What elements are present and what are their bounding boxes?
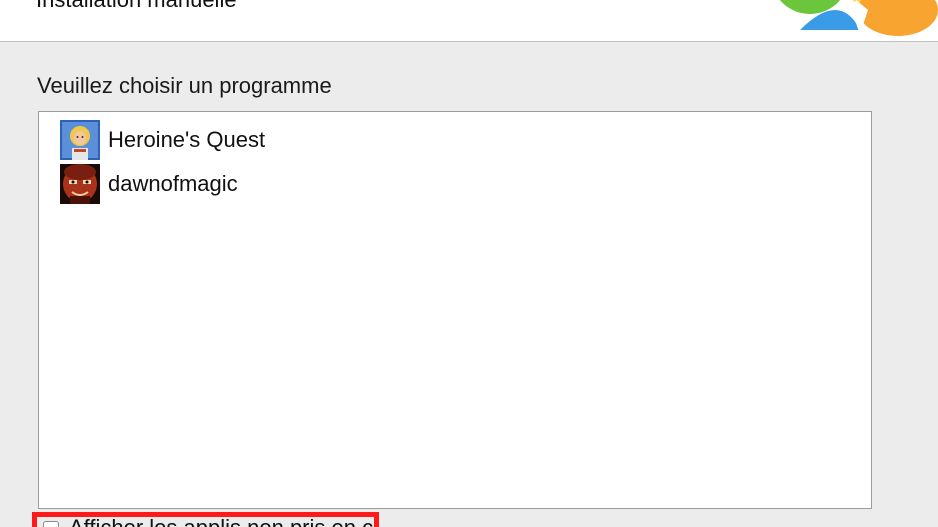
show-unsupported-apps-highlight: Afficher les applis non pris en charge — [32, 512, 379, 527]
list-item-label: Heroine's Quest — [108, 127, 266, 152]
list-item-dawnofmagic[interactable]: dawnofmagic — [60, 164, 238, 204]
list-item-heroines-quest[interactable]: Heroine's Quest — [60, 120, 265, 160]
header-title: Installation manuelle — [36, 0, 237, 13]
app-logo-icon — [779, 0, 938, 36]
app-window: Installation manuelle Veuillez choisir u… — [0, 0, 938, 527]
heroine-quest-app-icon — [60, 120, 100, 160]
program-list[interactable]: Heroine's Quest dawnofmagic — [38, 111, 872, 509]
choose-program-label: Veuillez choisir un programme — [37, 73, 332, 98]
dawnofmagic-app-icon — [60, 164, 100, 204]
window-header: Installation manuelle — [0, 0, 938, 42]
list-item-label: dawnofmagic — [108, 171, 238, 196]
show-unsupported-apps-checkbox[interactable] — [43, 521, 59, 527]
show-unsupported-apps-label[interactable]: Afficher les applis non pris en charge — [69, 517, 374, 527]
